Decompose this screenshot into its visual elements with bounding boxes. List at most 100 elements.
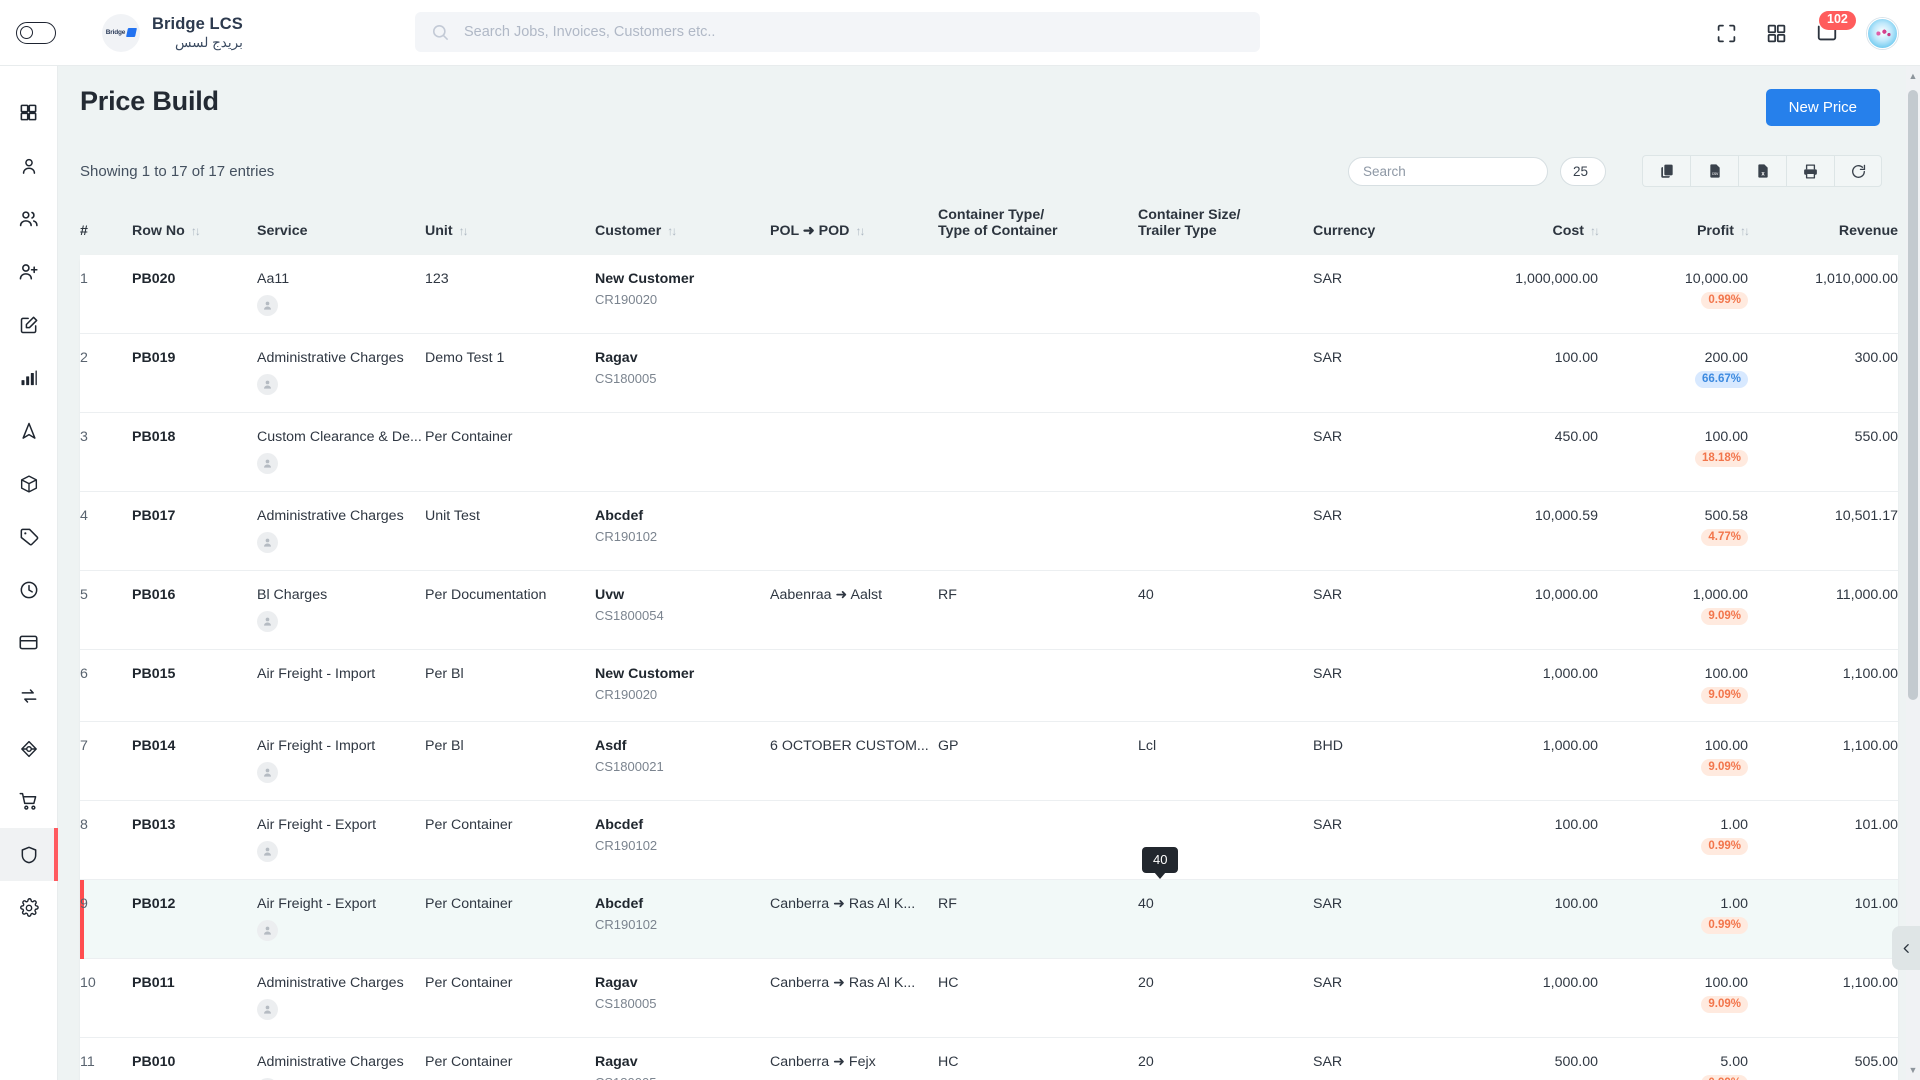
cell-index: 10	[80, 975, 96, 991]
cell-cost: 100.00	[1554, 350, 1598, 366]
sidebar-item-employees[interactable]	[0, 192, 58, 245]
csv-export-button[interactable]: csv	[1690, 155, 1738, 187]
sidebar-item-price-build[interactable]	[0, 828, 58, 881]
sort-icon[interactable]: ↑↓	[1590, 224, 1600, 238]
excel-file-icon: x	[1757, 164, 1768, 178]
sort-icon[interactable]: ↑↓	[191, 224, 201, 238]
cell-cost: 1,000,000.00	[1515, 271, 1598, 287]
profit-percent-badge: 0.99%	[1701, 917, 1748, 934]
sidebar-item-navigation[interactable]	[0, 404, 58, 457]
cell-container-type	[938, 492, 1138, 571]
cell-currency: SAR	[1313, 666, 1343, 682]
table-row[interactable]: 4 PB017 Administrative Charges Unit Test Abc…	[80, 492, 1898, 571]
table-row[interactable]: 6 PB015 Air Freight - Import Per Bl New Cust…	[80, 650, 1898, 722]
sidebar-item-quotation[interactable]	[0, 298, 58, 351]
column-header-label: Currency	[1313, 223, 1376, 239]
scroll-down-arrow[interactable]: ▼	[1906, 1062, 1920, 1078]
page-length-input[interactable]	[1560, 156, 1606, 186]
table-row[interactable]: 11 PB010 Administrative Charges Per Contain…	[80, 1038, 1898, 1080]
sidebar-item-purchase[interactable]	[0, 775, 58, 828]
column-header[interactable]: Row No ↑↓	[132, 207, 257, 255]
table-row[interactable]: 7 PB014 Air Freight - Import Per Bl Asdf CS18…	[80, 722, 1898, 801]
cell-index: 9	[80, 896, 88, 912]
table-container: 40 # Row No ↑↓ Service Unit ↑↓ Customer ↑↓ POL ➜…	[58, 187, 1920, 1080]
cell-profit: 1.00 0.99%	[1598, 880, 1748, 959]
cell-pol-pod: Canberra ➜ Ras Al K...	[770, 975, 916, 991]
sort-icon[interactable]: ↑↓	[667, 224, 677, 238]
scroll-up-arrow[interactable]: ▲	[1906, 68, 1920, 84]
user-badge-icon	[257, 453, 278, 474]
sidebar-item-history[interactable]	[0, 563, 58, 616]
column-header[interactable]: Cost ↑↓	[1433, 207, 1600, 255]
sidebar-item-dashboard[interactable]	[0, 86, 58, 139]
scrollbar-thumb[interactable]	[1908, 90, 1918, 700]
user-badge-icon	[257, 999, 278, 1020]
print-button[interactable]	[1786, 155, 1834, 187]
table-row[interactable]: 3 PB018 Custom Clearance & De... Per Contai…	[80, 413, 1898, 492]
cell-index: 8	[80, 817, 88, 833]
cell-row-no: PB014	[132, 738, 176, 754]
table-row[interactable]: 8 PB013 Air Freight - Export Per Container A…	[80, 801, 1898, 880]
column-header[interactable]: Customer ↑↓	[595, 207, 770, 255]
table-row[interactable]: 1 PB020 Aa11 123 New Customer CR190020 SAR 1,00…	[80, 255, 1898, 334]
table-row[interactable]: 2 PB019 Administrative Charges Demo Test 1 R…	[80, 334, 1898, 413]
excel-export-button[interactable]: x	[1738, 155, 1786, 187]
cell-pol-pod: Canberra ➜ Ras Al K...	[770, 896, 916, 912]
sort-icon[interactable]: ↑↓	[855, 224, 865, 238]
profit-percent-badge: 0.99%	[1701, 292, 1748, 309]
cell-service: Air Freight - Export	[257, 801, 425, 880]
sidebar-item-payments[interactable]	[0, 616, 58, 669]
table-row[interactable]: 10 PB011 Administrative Charges Per Contain…	[80, 959, 1898, 1038]
cell-container-size	[1138, 413, 1313, 492]
grid-icon	[20, 104, 37, 121]
gear-icon	[19, 897, 39, 917]
new-price-button[interactable]: New Price	[1765, 89, 1880, 126]
sort-icon[interactable]: ↑↓	[1740, 224, 1750, 238]
column-header[interactable]: Unit ↑↓	[425, 207, 595, 255]
sidebar-item-customer[interactable]	[0, 139, 58, 192]
avatar[interactable]	[1867, 17, 1898, 49]
right-panel-toggle[interactable]	[1892, 926, 1920, 970]
cell-container-size	[1138, 255, 1313, 334]
sidebar-item-settings[interactable]	[0, 881, 58, 934]
cell-index: 1	[80, 271, 88, 287]
cell-service: Administrative Charges	[257, 492, 425, 571]
refresh-button[interactable]	[1834, 155, 1882, 187]
sort-icon[interactable]: ↑↓	[459, 224, 469, 238]
cell-unit: Per Documentation	[425, 587, 547, 603]
chevron-left-icon	[1903, 943, 1909, 953]
table-search-input[interactable]	[1348, 156, 1548, 186]
sidebar-item-shipments[interactable]	[0, 457, 58, 510]
cell-row-no: PB013	[132, 817, 176, 833]
sidebar-item-transfers[interactable]	[0, 669, 58, 722]
cell-container-size	[1138, 492, 1313, 571]
cell-service: Air Freight - Import	[257, 722, 425, 801]
column-header-line1: Container Size/	[1138, 207, 1241, 223]
profit-percent-badge: 0.99%	[1701, 838, 1748, 855]
sidebar-item-reports[interactable]	[0, 351, 58, 404]
cell-container-type: RF	[938, 896, 957, 912]
table-row[interactable]: 5 PB016 Bl Charges Per Documentation Uvw CS18…	[80, 571, 1898, 650]
table-row[interactable]: 9 PB012 Air Freight - Export Per Container A…	[80, 879, 1898, 959]
global-search-input[interactable]: Search Jobs, Invoices, Customers etc..	[415, 12, 1260, 52]
sidebar-item-tags[interactable]	[0, 510, 58, 563]
column-header[interactable]: POL ➜ POD ↑↓	[770, 207, 938, 255]
user-badge-icon	[257, 374, 278, 395]
apps-grid-icon[interactable]	[1766, 23, 1787, 44]
cell-customer: Abcdef CR190102	[595, 508, 658, 544]
fullscreen-icon[interactable]	[1716, 23, 1737, 44]
inbox-icon[interactable]: 102	[1816, 11, 1856, 44]
cell-profit: 1,000.00 9.09%	[1598, 571, 1748, 650]
brand[interactable]: Bridge Bridge LCS بريدج لسس	[102, 13, 243, 52]
sidebar-toggle[interactable]	[16, 21, 56, 44]
brand-logo-icon: Bridge	[102, 13, 140, 52]
cell-customer: Uvw CS1800054	[595, 587, 664, 623]
cell-cost: 1,000.00	[1542, 666, 1598, 682]
column-header[interactable]: Profit ↑↓	[1598, 207, 1750, 255]
sidebar-item-add-user[interactable]	[0, 245, 58, 298]
cell-currency: SAR	[1313, 350, 1343, 366]
cell-revenue: 10,501.17	[1834, 508, 1898, 524]
copy-button[interactable]	[1642, 155, 1690, 187]
sidebar-item-integrations[interactable]	[0, 722, 58, 775]
cell-revenue: 1,100.00	[1842, 666, 1898, 682]
